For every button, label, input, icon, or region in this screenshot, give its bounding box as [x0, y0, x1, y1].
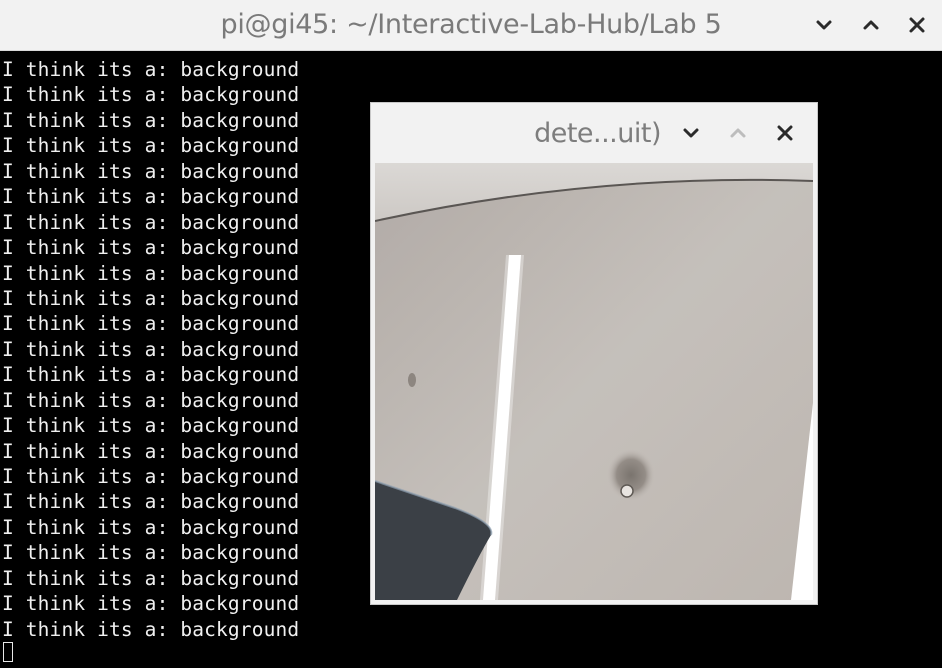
terminal-line: I think its a: background — [2, 439, 300, 463]
terminal-cursor — [3, 642, 13, 662]
terminal-titlebar[interactable]: pi@gi45: ~/Interactive-Lab-Hub/Lab 5 — [0, 0, 942, 51]
chevron-down-icon — [816, 20, 832, 30]
terminal-line: I think its a: background — [2, 617, 300, 641]
window-title: pi@gi45: ~/Interactive-Lab-Hub/Lab 5 — [220, 9, 722, 40]
chevron-up-icon — [730, 128, 746, 138]
terminal-line: I think its a: background — [2, 592, 300, 616]
chevron-up-icon — [863, 20, 879, 30]
camera-window[interactable]: dete...uit) — [370, 102, 818, 605]
terminal-line: I think its a: background — [2, 261, 300, 285]
maximize-button[interactable] — [856, 10, 886, 40]
terminal-line: I think its a: background — [2, 236, 300, 260]
terminal-line: I think its a: background — [2, 210, 300, 234]
close-icon — [777, 125, 793, 141]
camera-window-title: dete...uit) — [534, 118, 661, 149]
terminal-line: I think its a: background — [2, 134, 300, 158]
camera-maximize-button[interactable] — [723, 118, 753, 148]
terminal-line: I think its a: background — [2, 465, 300, 488]
terminal-line: I think its a: background — [2, 185, 300, 209]
terminal-line: I think its a: background — [2, 541, 300, 565]
close-button[interactable] — [902, 10, 932, 40]
close-icon — [909, 17, 925, 33]
camera-feed-image — [375, 163, 813, 600]
terminal-line: I think its a: background — [2, 337, 300, 361]
terminal-line: I think its a: background — [2, 414, 300, 438]
terminal-line: I think its a: background — [2, 490, 300, 514]
chevron-down-icon — [683, 128, 699, 138]
terminal-line: I think its a: background — [2, 58, 300, 81]
camera-close-button[interactable] — [770, 118, 800, 148]
terminal-line: I think its a: background — [2, 566, 300, 590]
terminal-line: I think its a: background — [2, 83, 300, 107]
camera-window-titlebar[interactable]: dete...uit) — [371, 103, 817, 161]
terminal-line: I think its a: background — [2, 363, 300, 387]
terminal-line: I think its a: background — [2, 108, 300, 132]
camera-minimize-button[interactable] — [676, 118, 706, 148]
terminal-line: I think its a: background — [2, 388, 300, 412]
minimize-button[interactable] — [809, 10, 839, 40]
terminal-line: I think its a: background — [2, 159, 300, 183]
terminal-line: I think its a: background — [2, 515, 300, 539]
terminal-line: I think its a: background — [2, 286, 300, 310]
terminal-lines: I think its a: background I think its a:… — [2, 57, 299, 642]
camera-feed — [375, 163, 813, 600]
terminal-line: I think its a: background — [2, 312, 300, 336]
